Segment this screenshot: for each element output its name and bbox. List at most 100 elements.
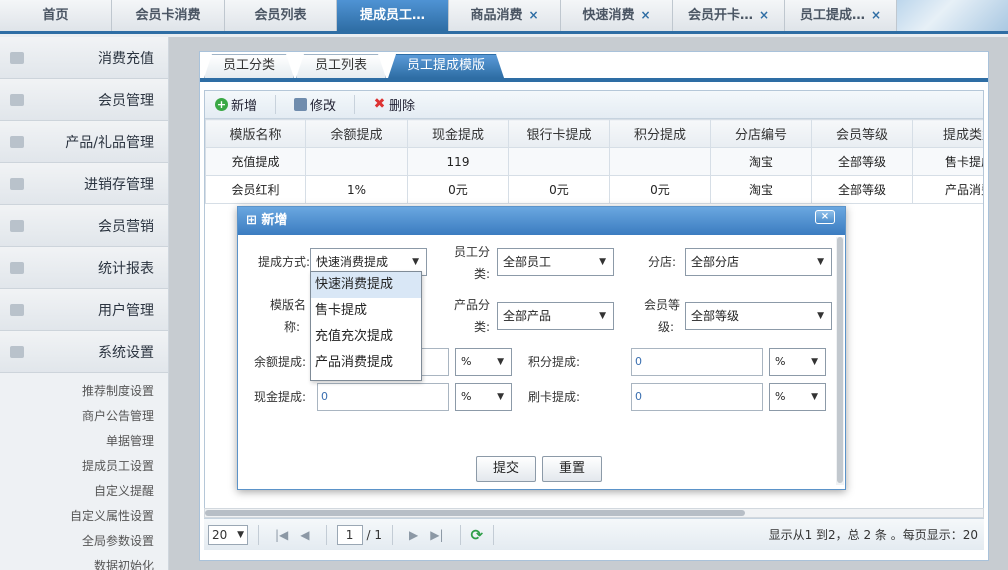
tab-home[interactable]: 首页 bbox=[0, 0, 112, 31]
pagination-bar: 20 |◀ ◀ 1 / 1 ▶ ▶| ⟳ 显示从1 到2，总 2 条 。每页显示… bbox=[204, 518, 984, 550]
tab-commission-template[interactable]: 员工提成模版 bbox=[388, 54, 504, 78]
method-label: 提成方式: bbox=[257, 255, 310, 269]
table-row[interactable]: 充值提成 119 淘宝 全部等级 售卡提成 bbox=[205, 147, 983, 176]
column-header[interactable]: 积分提成 bbox=[609, 119, 711, 148]
employee-category-select[interactable]: 全部员工 ▼ bbox=[497, 248, 614, 276]
gift-icon bbox=[10, 135, 24, 148]
sidebar-item-inventory[interactable]: 进销存管理 bbox=[0, 163, 168, 205]
balance-commission-label: 余额提成: bbox=[253, 355, 306, 369]
card-commission-input[interactable]: 0 bbox=[631, 383, 763, 411]
card-unit-select[interactable]: % ▼ bbox=[769, 383, 826, 411]
sidebar-item-marketing[interactable]: 会员营销 bbox=[0, 205, 168, 247]
submenu-item[interactable]: 单据管理 bbox=[0, 429, 168, 454]
commission-template-table: 模版名称 余额提成 现金提成 银行卡提成 积分提成 分店编号 会员等级 提成类型… bbox=[205, 119, 983, 204]
sidebar-item-system-settings[interactable]: 系统设置 bbox=[0, 331, 168, 373]
submenu-item[interactable]: 商户公告管理 bbox=[0, 404, 168, 429]
add-button[interactable]: + 新增 bbox=[215, 95, 277, 114]
tab-employee-commission[interactable]: 员工提成… × bbox=[785, 0, 897, 31]
select-value: 快速消费提成 bbox=[316, 255, 389, 269]
dialog-scrollbar[interactable] bbox=[836, 237, 844, 485]
edit-button[interactable]: 修改 bbox=[294, 95, 356, 114]
submenu-item[interactable]: 自定义提醒 bbox=[0, 479, 168, 504]
tab-commission-employee[interactable]: 提成员工… bbox=[337, 0, 449, 31]
dropdown-option[interactable]: 快速消费提成 bbox=[311, 272, 421, 298]
table-cell: 充值提成 bbox=[205, 147, 306, 176]
tab-member-card-consume[interactable]: 会员卡消费 bbox=[112, 0, 225, 31]
employee-category-label-1: 员工分 bbox=[453, 245, 490, 259]
delete-button[interactable]: ✖ 删除 bbox=[373, 95, 433, 114]
horizontal-scrollbar[interactable] bbox=[204, 508, 984, 518]
table-cell: 0元 bbox=[609, 175, 711, 204]
column-header[interactable]: 分店编号 bbox=[710, 119, 812, 148]
submenu-item[interactable]: 全局参数设置 bbox=[0, 529, 168, 554]
close-icon[interactable]: × bbox=[640, 8, 650, 22]
sub-tab-bar: 员工分类 员工列表 员工提成模版 bbox=[200, 52, 988, 82]
pager-divider bbox=[325, 524, 327, 545]
product-category-select[interactable]: 全部产品 ▼ bbox=[497, 302, 614, 330]
reset-button[interactable]: 重置 bbox=[542, 456, 602, 482]
chevron-down-icon: ▼ bbox=[599, 311, 606, 321]
column-header[interactable]: 现金提成 bbox=[407, 119, 509, 148]
sidebar-item-user-management[interactable]: 用户管理 bbox=[0, 289, 168, 331]
dropdown-option[interactable]: 售卡提成 bbox=[311, 298, 421, 324]
dialog-title: 新增 bbox=[261, 213, 288, 228]
cash-unit-select[interactable]: % ▼ bbox=[455, 383, 512, 411]
close-icon[interactable]: × bbox=[528, 8, 538, 22]
tab-employee-list[interactable]: 员工列表 bbox=[296, 54, 386, 78]
member-level-select[interactable]: 全部等级 ▼ bbox=[685, 302, 832, 330]
column-header[interactable]: 提成类型 bbox=[912, 119, 983, 148]
points-unit-select[interactable]: % ▼ bbox=[769, 348, 826, 376]
submenu-item[interactable]: 自定义属性设置 bbox=[0, 504, 168, 529]
first-page-icon[interactable]: |◀ bbox=[275, 528, 288, 542]
sidebar-item-reports[interactable]: 统计报表 bbox=[0, 247, 168, 289]
tab-quick-consume[interactable]: 快速消费 × bbox=[561, 0, 673, 31]
tab-member-open-card[interactable]: 会员开卡… × bbox=[673, 0, 785, 31]
tab-label: 首页 bbox=[42, 8, 69, 23]
submenu-item[interactable]: 数据初始化 bbox=[0, 554, 168, 570]
scrollbar-thumb[interactable] bbox=[837, 237, 843, 483]
submenu-item[interactable]: 推荐制度设置 bbox=[0, 379, 168, 404]
last-page-icon[interactable]: ▶| bbox=[430, 528, 443, 542]
delete-label: 删除 bbox=[389, 99, 416, 114]
column-header[interactable]: 会员等级 bbox=[811, 119, 913, 148]
add-icon: + bbox=[215, 98, 228, 111]
branch-select[interactable]: 全部分店 ▼ bbox=[685, 248, 832, 276]
submit-button[interactable]: 提交 bbox=[476, 456, 536, 482]
cash-commission-input[interactable]: 0 bbox=[317, 383, 449, 411]
next-page-icon[interactable]: ▶ bbox=[409, 528, 418, 542]
tab-product-consume[interactable]: 商品消费 × bbox=[449, 0, 561, 31]
tab-label: 提成员工… bbox=[359, 8, 425, 23]
table-cell: 全部等级 bbox=[811, 147, 913, 176]
tab-member-list[interactable]: 会员列表 bbox=[225, 0, 337, 31]
refresh-icon[interactable]: ⟳ bbox=[471, 526, 484, 544]
page-number-input[interactable]: 1 bbox=[336, 524, 363, 545]
tab-employee-category[interactable]: 员工分类 bbox=[204, 54, 294, 78]
table-row[interactable]: 会员红利 1% 0元 0元 0元 淘宝 全部等级 产品消费 bbox=[205, 175, 983, 204]
column-header[interactable]: 模版名称 bbox=[205, 119, 306, 148]
sidebar-item-label: 进销存管理 bbox=[84, 176, 154, 193]
dialog-close-button[interactable]: × bbox=[815, 210, 835, 224]
sidebar-item-member-management[interactable]: 会员管理 bbox=[0, 79, 168, 121]
prev-page-icon[interactable]: ◀ bbox=[300, 528, 309, 542]
sidebar-item-product-gift[interactable]: 产品/礼品管理 bbox=[0, 121, 168, 163]
tab-label: 会员卡消费 bbox=[135, 8, 201, 23]
table-cell: 产品消费 bbox=[912, 175, 983, 204]
user-icon bbox=[10, 51, 24, 64]
close-icon[interactable]: × bbox=[871, 8, 881, 22]
dropdown-option[interactable]: 充值充次提成 bbox=[311, 324, 421, 350]
dropdown-option[interactable]: 产品消费提成 bbox=[311, 350, 421, 376]
product-category-label-1: 产品分 bbox=[453, 298, 490, 312]
column-header[interactable]: 余额提成 bbox=[305, 119, 408, 148]
scrollbar-thumb[interactable] bbox=[205, 510, 745, 516]
header-decoration bbox=[897, 0, 1008, 31]
page-size-select[interactable]: 20 bbox=[208, 524, 248, 545]
sidebar-item-consume-recharge[interactable]: 消费充值 bbox=[0, 37, 168, 79]
close-icon[interactable]: × bbox=[759, 8, 769, 22]
column-header[interactable]: 银行卡提成 bbox=[508, 119, 610, 148]
commission-method-dropdown: 快速消费提成 售卡提成 充值充次提成 产品消费提成 bbox=[310, 271, 422, 381]
points-commission-input[interactable]: 0 bbox=[631, 348, 763, 376]
tab-label: 快速消费 bbox=[582, 8, 635, 23]
grid-toolbar: + 新增 修改 ✖ 删除 bbox=[205, 91, 983, 119]
balance-unit-select[interactable]: % ▼ bbox=[455, 348, 512, 376]
submenu-item[interactable]: 提成员工设置 bbox=[0, 454, 168, 479]
